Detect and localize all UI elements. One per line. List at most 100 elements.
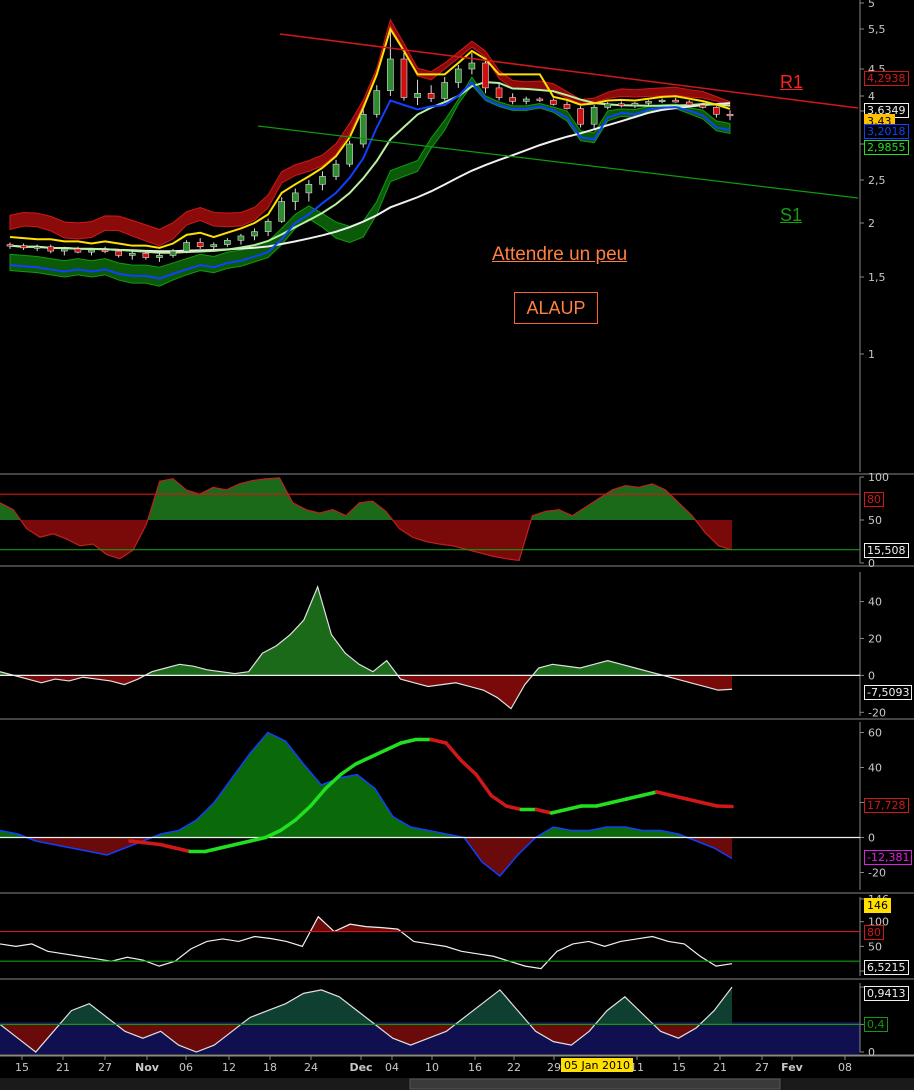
candle-body	[373, 90, 381, 115]
candle-body	[590, 107, 598, 125]
candle-body	[685, 101, 693, 106]
candle-body	[6, 244, 14, 247]
r1-label: R1	[780, 72, 804, 92]
signal-line-segment	[158, 842, 177, 850]
price-last-value-lower: 2,9855	[864, 140, 909, 155]
candle-body	[672, 99, 679, 103]
candle-body	[305, 184, 313, 194]
candle-body	[604, 103, 612, 108]
x-tick-label: 27	[755, 1061, 769, 1074]
osc2-last-value: -7,5093	[864, 685, 913, 700]
momentum-panel: 40 20 0 -20	[0, 572, 914, 720]
candle-body	[509, 97, 516, 102]
candle-body	[291, 192, 299, 202]
panel-tick-label: 60	[868, 727, 882, 740]
area-above	[0, 586, 663, 676]
candle-body	[414, 93, 421, 98]
osc1-level-80: 80	[864, 492, 884, 507]
candle-body	[495, 87, 503, 98]
x-tick-label: 21	[56, 1061, 70, 1074]
signal-line-segment	[715, 804, 734, 809]
candle-body	[658, 99, 666, 102]
price-tick-label: 1	[868, 348, 875, 361]
x-tick-label: 12	[222, 1061, 236, 1074]
wait-annotation: Attendre un peu	[492, 244, 628, 265]
signal-line-segment	[459, 758, 478, 777]
candle-body	[332, 163, 340, 177]
price-last-value-stop: 3,2018	[864, 124, 909, 139]
panel-tick-label: 100	[868, 471, 889, 484]
price-tick-label: 1,5	[868, 271, 886, 284]
cci-panel: 146100500	[0, 893, 914, 980]
x-tick-label: 27	[98, 1061, 112, 1074]
signal-line-segment	[384, 741, 403, 752]
price-last-value-upper: 4,2938	[864, 71, 909, 86]
x-tick-label: 24	[304, 1061, 318, 1074]
candle-body	[346, 143, 353, 165]
osc4-max-value: 146	[864, 898, 891, 913]
alaup-label: ALAUP	[514, 292, 598, 324]
candle-body	[536, 98, 544, 101]
stock-chart: 5,554,543,532,521,51 100500 40200-20 604…	[0, 0, 914, 1090]
osc1-last-value: 15,508	[864, 543, 909, 558]
candle-body	[115, 250, 122, 256]
panel-tick-label: 40	[868, 596, 882, 609]
s1-label: S1	[780, 205, 803, 225]
candle-body	[455, 68, 462, 83]
candle-body	[61, 248, 68, 252]
signal-line-segment	[143, 841, 162, 847]
signal-line-segment	[474, 772, 493, 798]
price-tick-label: 4	[868, 90, 875, 103]
signal-line-segment	[233, 839, 253, 847]
signal-line-segment	[128, 839, 147, 845]
osc3-last-value-macd: -12,381	[864, 850, 913, 865]
panel-tick-label: 50	[868, 514, 882, 527]
signal-line-segment	[624, 793, 644, 801]
signal-line-segment	[429, 737, 448, 745]
signal-line-segment	[354, 755, 373, 766]
osc4-level-80: 80	[864, 925, 884, 940]
signal-line-segment	[670, 793, 689, 801]
x-tick-label: 29	[547, 1061, 561, 1074]
scrollbar-thumb	[409, 1078, 781, 1090]
x-tick-label: 06	[179, 1061, 193, 1074]
macd-panel: 6040200-20	[0, 722, 914, 894]
x-tick-label: Dec	[349, 1061, 372, 1074]
x-tick-label: Nov	[135, 1061, 160, 1074]
candle-body	[563, 104, 571, 109]
candle-body	[278, 201, 285, 222]
candle-body	[427, 93, 435, 99]
candle-body	[224, 239, 231, 245]
candle-body	[577, 108, 584, 125]
signal-line-segment	[594, 800, 614, 808]
candle-body	[699, 104, 707, 108]
signal-line-segment	[609, 797, 629, 805]
price-tick-label: 5,5	[868, 23, 886, 36]
panel-tick-label: 0	[868, 832, 875, 845]
candle-body	[183, 242, 190, 252]
signal-line-segment	[685, 797, 704, 805]
candle-body	[522, 98, 530, 102]
candle-body	[196, 242, 204, 248]
candle-body	[468, 62, 476, 70]
x-tick-label: 16	[468, 1061, 482, 1074]
x-tick-label: 10	[425, 1061, 439, 1074]
panel-tick-label: 40	[868, 762, 882, 775]
x-tick-label: 22	[507, 1061, 521, 1074]
candle-body	[400, 58, 408, 98]
x-tick-label: 15	[672, 1061, 686, 1074]
candle-body	[169, 250, 177, 256]
candle-body	[251, 231, 258, 237]
candle-body	[726, 114, 734, 117]
x-tick-label: 15	[15, 1061, 29, 1074]
candle-body	[441, 82, 449, 99]
stochastic-panel: 100 50 0	[0, 471, 914, 570]
signal-line-segment	[489, 793, 508, 808]
candle-body	[237, 235, 245, 241]
candle-body	[631, 102, 639, 106]
candle-body	[47, 246, 55, 252]
candle-body	[645, 101, 652, 104]
osc5-last-value: 0,9413	[864, 986, 909, 1001]
panel-tick-label: 20	[868, 632, 882, 645]
signal-line-segment	[173, 846, 192, 854]
